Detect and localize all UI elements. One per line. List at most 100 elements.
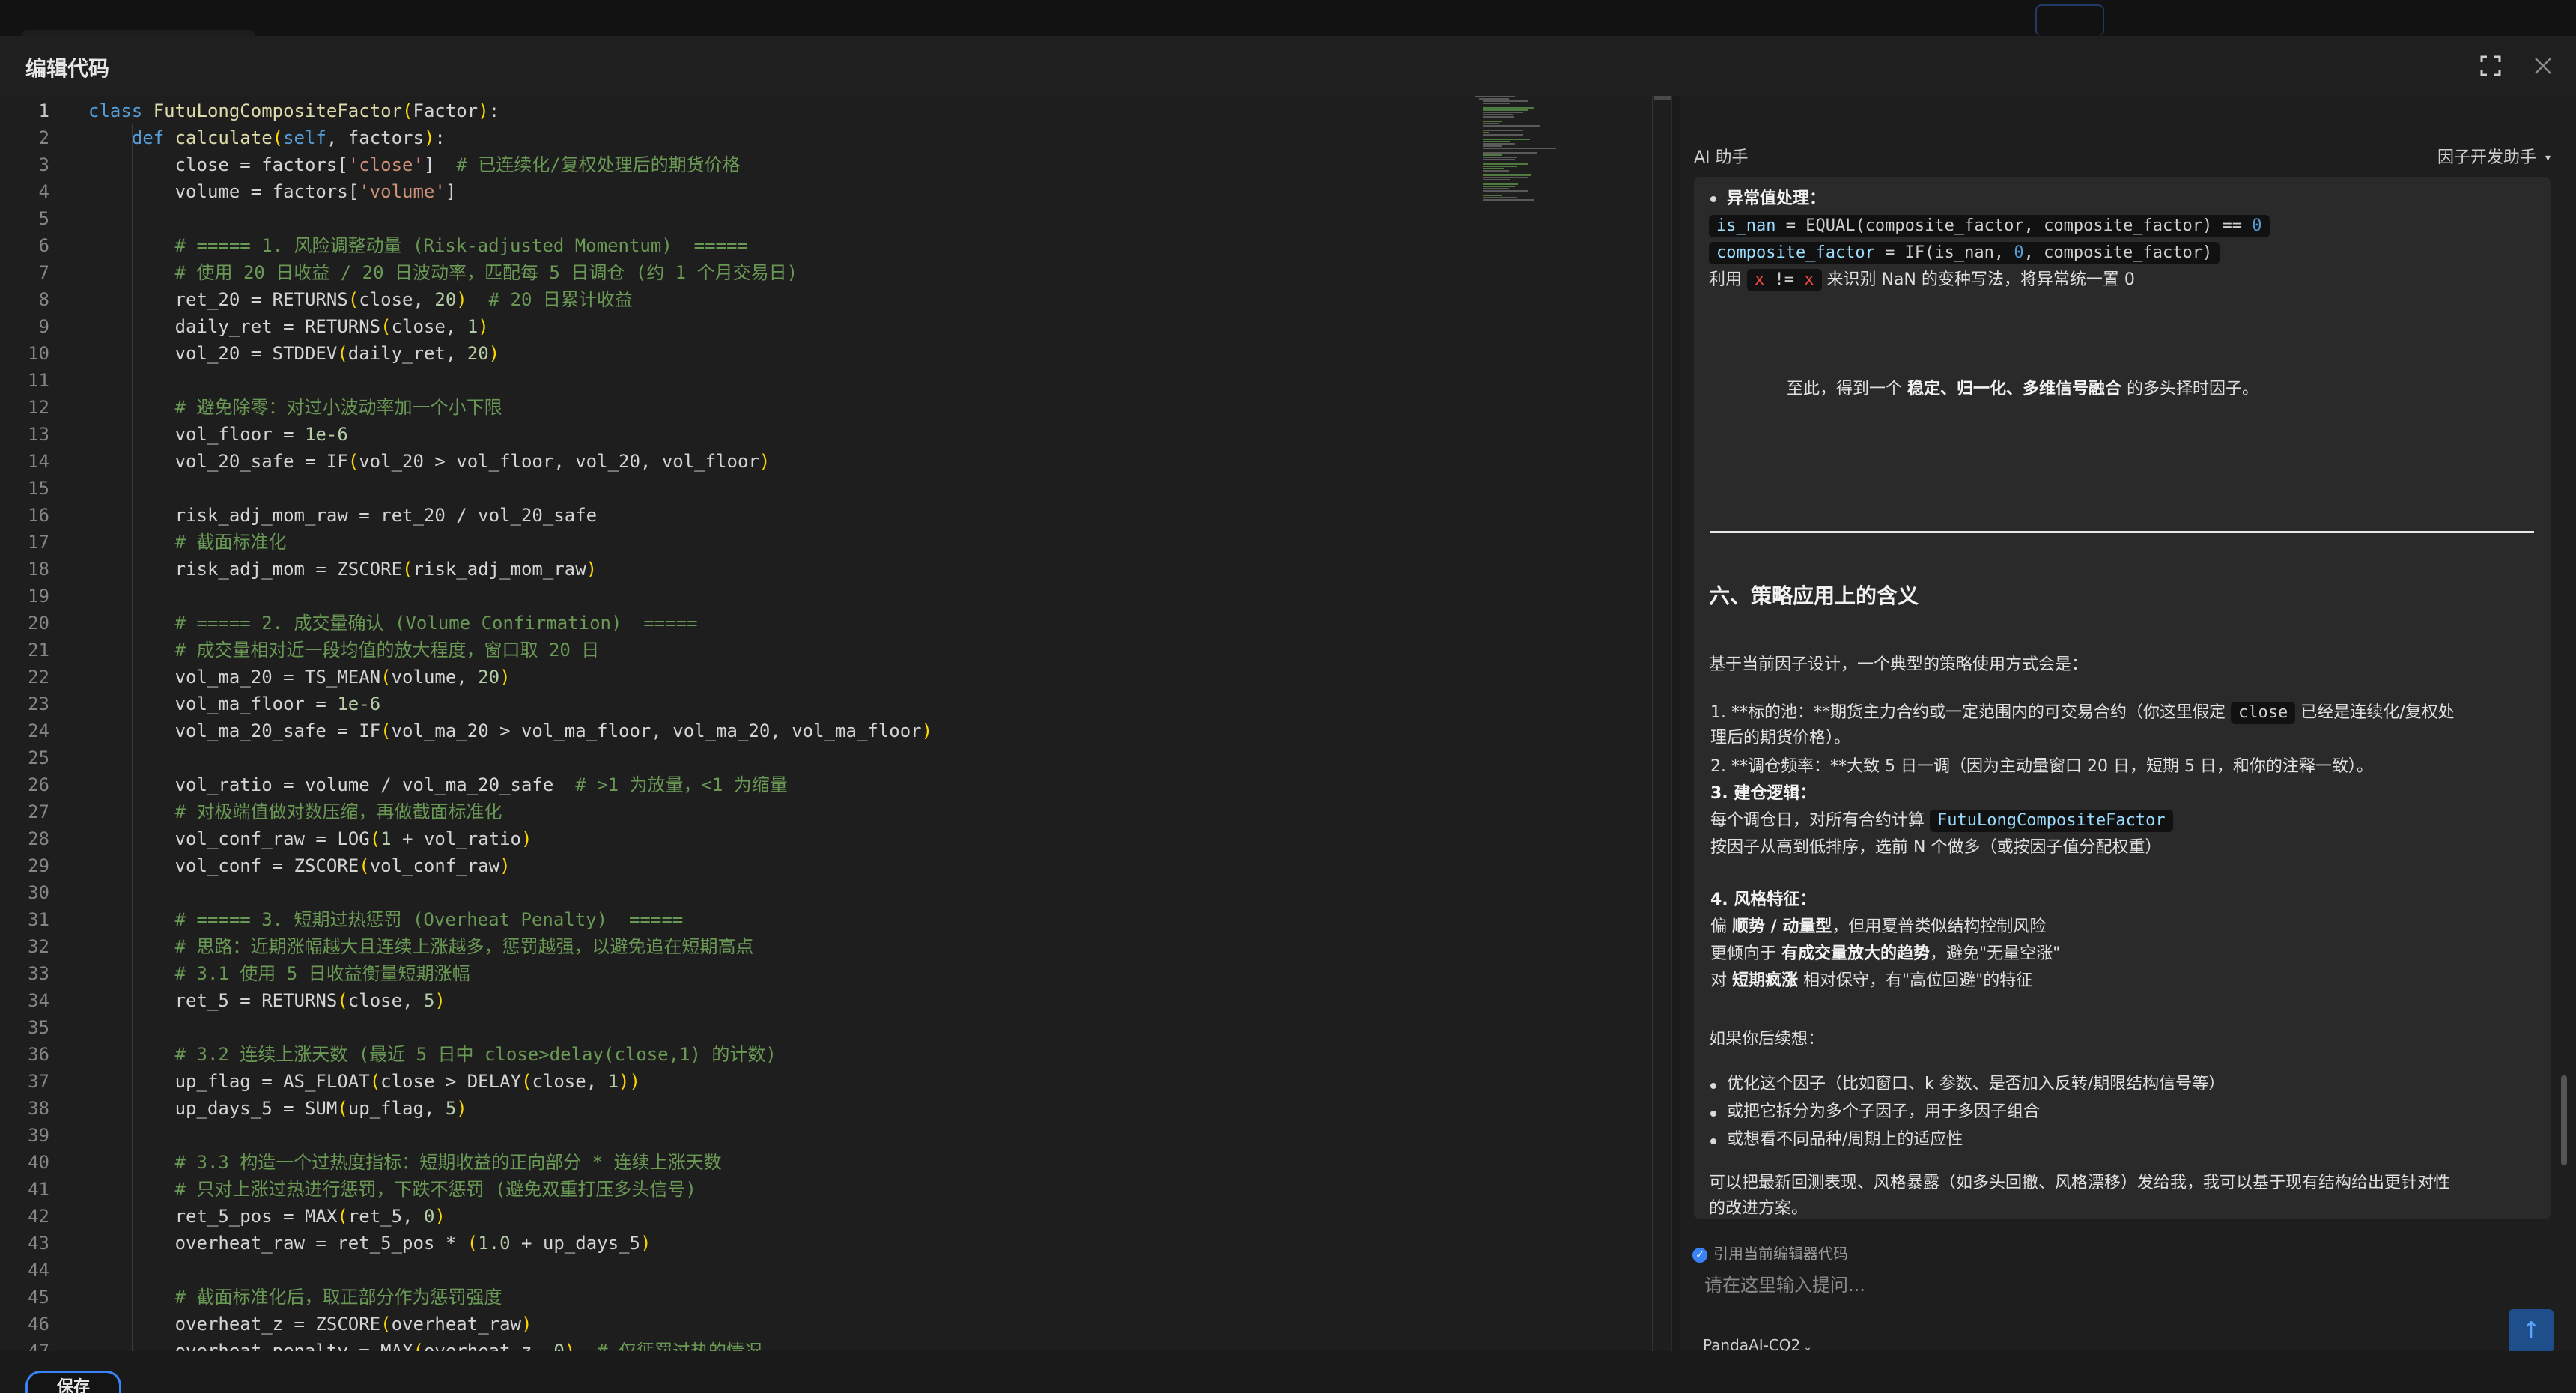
code-line[interactable]: 1 class FutuLongCompositeFactor(Factor): <box>0 97 1483 124</box>
code-text: close = factors['close'] # 已连续化/复权处理后的期货… <box>88 154 741 175</box>
code-line[interactable]: 12 # 避免除零：对过小波动率加一个小下限 <box>0 394 1483 421</box>
code-line[interactable]: 8 ret_20 = RETURNS(close, 20) # 20 日累计收益 <box>0 286 1483 313</box>
code-line[interactable]: 37 up_flag = AS_FLOAT(close > DELAY(clos… <box>0 1068 1483 1095</box>
line-number: 13 <box>28 424 49 445</box>
code-line[interactable]: 16 risk_adj_mom_raw = ret_20 / vol_20_sa… <box>0 502 1483 529</box>
code-line[interactable]: 30 <box>0 879 1483 906</box>
code-line[interactable]: 40 # 3.3 构造一个过热度指标：短期收益的正向部分 * 连续上涨天数 <box>0 1149 1483 1176</box>
code-line[interactable]: 34 ret_5 = RETURNS(close, 5) <box>0 987 1483 1014</box>
modal-title: 编辑代码 <box>25 56 110 81</box>
editor-scrollbar[interactable] <box>1652 96 1671 1351</box>
minimap-line <box>1482 143 1515 145</box>
minimap-line <box>1482 114 1513 115</box>
code-line[interactable]: 10 vol_20 = STDDEV(daily_ret, 20) <box>0 340 1483 367</box>
inline-code-is-nan: is_nan = EQUAL(composite_factor, composi… <box>1709 214 2270 238</box>
code-minimap[interactable] <box>1475 96 1565 395</box>
line-number: 25 <box>28 747 49 768</box>
code-line[interactable]: 17 # 截面标准化 <box>0 529 1483 556</box>
line-number: 38 <box>28 1098 49 1119</box>
code-line[interactable]: 13 vol_floor = 1e-6 <box>0 421 1483 448</box>
code-line[interactable]: 47 overheat_penalty = MAX(overheat_z, 0)… <box>0 1338 1483 1351</box>
ai-message-area[interactable]: 异常值处理： is_nan = EQUAL(composite_factor, … <box>1694 177 2551 1219</box>
closing-line-2: 的改进方案。 <box>1709 1199 1808 1218</box>
code-line[interactable]: 21 # 成交量相对近一段均值的放大程度，窗口取 20 日 <box>0 637 1483 664</box>
item-1-line-1: 1. **标的池：**期货主力合约或一定范围内的可交易合约（你这里假定 clos… <box>1710 701 2455 725</box>
code-line[interactable]: 7 # 使用 20 日收益 / 20 日波动率，匹配每 5 日调仓 (约 1 个… <box>0 259 1483 286</box>
panel-splitter[interactable] <box>1671 96 1680 1351</box>
cite-editor-code-toggle[interactable]: ✓ 引用当前编辑器代码 <box>1692 1242 1848 1263</box>
code-line[interactable]: 11 <box>0 367 1483 394</box>
code-line[interactable]: 23 vol_ma_floor = 1e-6 <box>0 691 1483 717</box>
code-text: risk_adj_mom_raw = ret_20 / vol_20_safe <box>88 505 598 526</box>
chevron-down-icon: ▾ <box>2545 152 2551 164</box>
minimap-line <box>1482 123 1499 124</box>
code-line[interactable]: 33 # 3.1 使用 5 日收益衡量短期涨幅 <box>0 960 1483 987</box>
code-text: vol_ma_20_safe = IF(vol_ma_20 > vol_ma_f… <box>88 720 933 741</box>
code-line[interactable]: 22 vol_ma_20 = TS_MEAN(volume, 20) <box>0 664 1483 691</box>
code-text: up_flag = AS_FLOAT(close > DELAY(close, … <box>88 1071 640 1092</box>
send-button[interactable]: ↑ <box>2509 1309 2554 1353</box>
minimap-line <box>1482 132 1490 133</box>
code-line[interactable]: 32 # 思路：近期涨幅越大且连续上涨越多，惩罚越强，以避免追在短期高点 <box>0 933 1483 960</box>
modal-footer <box>0 1351 2576 1393</box>
line-number: 30 <box>28 882 49 903</box>
section-title: 六、策略应用上的含义 <box>1709 583 1919 608</box>
ai-scrollbar-thumb[interactable] <box>2561 1075 2567 1165</box>
code-line[interactable]: 6 # ===== 1. 风险调整动量 (Risk-adjusted Momen… <box>0 232 1483 259</box>
line-number: 18 <box>28 559 49 580</box>
code-line[interactable]: 24 vol_ma_20_safe = IF(vol_ma_20 > vol_m… <box>0 717 1483 744</box>
ai-scrollbar[interactable] <box>2561 177 2567 1219</box>
editor-scrollbar-thumb[interactable] <box>1654 96 1671 100</box>
line-number: 15 <box>28 478 49 499</box>
code-line[interactable]: 4 volume = factors['volume'] <box>0 178 1483 205</box>
minimap-line <box>1482 188 1509 189</box>
minimap-line <box>1482 159 1515 160</box>
line-number: 37 <box>28 1071 49 1092</box>
code-line[interactable]: 9 daily_ret = RETURNS(close, 1) <box>0 313 1483 340</box>
code-line[interactable]: 35 <box>0 1014 1483 1041</box>
minimap-line <box>1482 170 1509 172</box>
close-icon[interactable] <box>2530 52 2557 79</box>
line-number: 28 <box>28 828 49 849</box>
code-text: vol_conf_raw = LOG(1 + vol_ratio) <box>88 828 532 849</box>
code-line[interactable]: 38 up_days_5 = SUM(up_flag, 5) <box>0 1095 1483 1122</box>
code-line[interactable]: 19 <box>0 583 1483 610</box>
code-line[interactable]: 25 <box>0 744 1483 771</box>
code-line[interactable]: 14 vol_20_safe = IF(vol_20 > vol_floor, … <box>0 448 1483 475</box>
code-line[interactable]: 46 overheat_z = ZSCORE(overheat_raw) <box>0 1311 1483 1338</box>
item-4-line-3: 对 短期疯涨 相对保守，有"高位回避"的特征 <box>1710 971 2033 990</box>
code-line[interactable]: 15 <box>0 475 1483 502</box>
code-line[interactable]: 41 # 只对上涨过热进行惩罚，下跌不惩罚 (避免双重打压多头信号) <box>0 1176 1483 1203</box>
code-line[interactable]: 44 <box>0 1257 1483 1284</box>
code-line[interactable]: 20 # ===== 2. 成交量确认 (Volume Confirmation… <box>0 610 1483 637</box>
code-line[interactable]: 31 # ===== 3. 短期过热惩罚 (Overheat Penalty) … <box>0 906 1483 933</box>
code-text: class FutuLongCompositeFactor(Factor): <box>88 100 500 121</box>
code-line[interactable]: 28 vol_conf_raw = LOG(1 + vol_ratio) <box>0 825 1483 852</box>
code-editor[interactable]: 1 class FutuLongCompositeFactor(Factor): 2… <box>0 96 1671 1351</box>
save-button[interactable]: 保存 <box>25 1371 121 1393</box>
code-line[interactable]: 18 risk_adj_mom = ZSCORE(risk_adj_mom_ra… <box>0 556 1483 583</box>
question-input[interactable] <box>1694 1270 2563 1300</box>
code-line[interactable]: 45 # 截面标准化后，取正部分作为惩罚强度 <box>0 1284 1483 1311</box>
code-line[interactable]: 39 <box>0 1122 1483 1149</box>
code-line[interactable]: 43 overheat_raw = ret_5_pos * (1.0 + up_… <box>0 1230 1483 1257</box>
minimap-line <box>1482 107 1534 109</box>
assistant-mode-dropdown[interactable]: 因子开发助手 ▾ <box>2437 144 2551 168</box>
code-line[interactable]: 5 <box>0 205 1483 232</box>
line-number: 19 <box>28 586 49 607</box>
code-line[interactable]: 3 close = factors['close'] # 已连续化/复权处理后的… <box>0 151 1483 178</box>
code-line[interactable]: 29 vol_conf = ZSCORE(vol_conf_raw) <box>0 852 1483 879</box>
code-line[interactable]: 27 # 对极端值做对数压缩，再做截面标准化 <box>0 798 1483 825</box>
line-number: 5 <box>38 208 49 229</box>
code-line[interactable]: 36 # 3.2 连续上涨天数 (最近 5 日中 close>delay(clo… <box>0 1041 1483 1068</box>
minimap-line <box>1482 134 1524 136</box>
code-text: # 3.3 构造一个过热度指标：短期收益的正向部分 * 连续上涨天数 <box>174 1152 722 1173</box>
code-text: # ===== 3. 短期过热惩罚 (Overheat Penalty) ===… <box>174 909 684 930</box>
code-line[interactable]: 26 vol_ratio = volume / vol_ma_20_safe #… <box>0 771 1483 798</box>
fullscreen-icon[interactable] <box>2477 52 2504 79</box>
code-line[interactable]: 42 ret_5_pos = MAX(ret_5, 0) <box>0 1203 1483 1230</box>
bullet-dot <box>1710 196 1716 202</box>
code-text: vol_20 = STDDEV(daily_ret, 20) <box>88 343 500 364</box>
code-line[interactable]: 2 def calculate(self, factors): <box>0 124 1483 151</box>
line-number: 20 <box>28 613 49 634</box>
